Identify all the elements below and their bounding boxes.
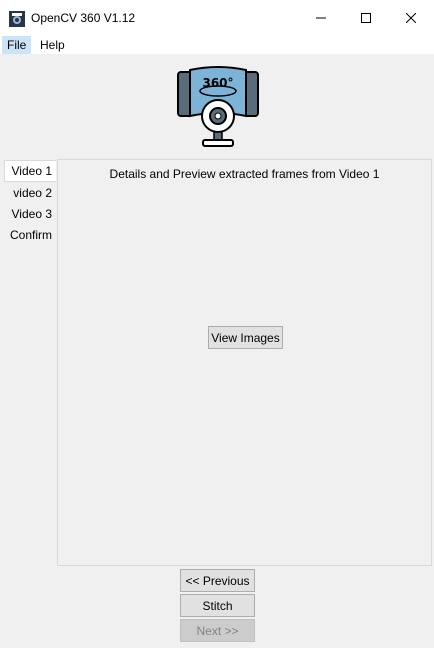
- app-icon: [9, 11, 25, 27]
- title-bar: OpenCV 360 V1.12: [0, 0, 434, 36]
- menu-bar: File Help: [0, 36, 434, 54]
- close-icon[interactable]: [388, 0, 434, 36]
- previous-button[interactable]: << Previous: [180, 569, 255, 592]
- video-tabs: Video 1 video 2 Video 3 Confirm: [4, 160, 56, 246]
- next-button[interactable]: Next >>: [180, 619, 255, 642]
- panel-title: Details and Preview extracted frames fro…: [109, 167, 380, 181]
- tab-video-1[interactable]: Video 1: [4, 160, 56, 182]
- maximize-icon[interactable]: [343, 0, 389, 36]
- stitch-button[interactable]: Stitch: [180, 594, 255, 617]
- view-images-button[interactable]: View Images: [208, 326, 283, 349]
- details-panel: Details and Preview extracted frames fro…: [57, 159, 432, 566]
- menu-help[interactable]: Help: [35, 36, 70, 54]
- window-title: OpenCV 360 V1.12: [31, 11, 136, 25]
- menu-file[interactable]: File: [2, 36, 32, 54]
- minimize-icon[interactable]: [298, 0, 344, 36]
- logo-text: 360°: [202, 76, 233, 90]
- tab-video-3[interactable]: Video 3: [4, 204, 56, 224]
- tab-video-2[interactable]: video 2: [4, 183, 56, 203]
- tab-confirm[interactable]: Confirm: [4, 225, 56, 245]
- 360-camera-icon: 360°: [175, 64, 261, 150]
